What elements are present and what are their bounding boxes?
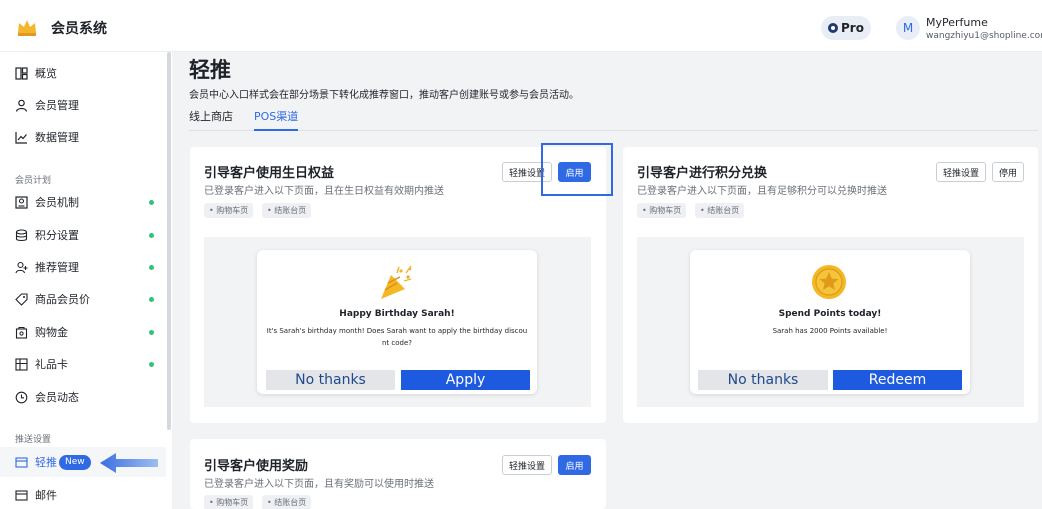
sidebar-item-store-credit[interactable]: 购物金 [0,317,166,347]
points-popup-preview: Spend Points today! Sarah has 2000 Point… [690,250,970,394]
card-description: 已登录客户进入以下页面，且有足够积分可以兑换时推送 [637,186,887,197]
clock-icon [15,391,28,403]
no-thanks-button[interactable]: No thanks [698,370,828,390]
app-title: 会员系统 [51,21,107,37]
database-icon [15,228,28,241]
enable-button[interactable]: 启用 [558,455,591,475]
popup-text: Sarah has 2000 Points available! [772,327,888,335]
page-tag: • 购物车页 [637,203,687,218]
user-add-icon [15,261,28,273]
status-dot [149,264,154,270]
user-icon [15,99,28,112]
price-tag-icon [15,292,28,306]
sidebar-item-label: 会员管理 [35,99,79,112]
nudge-settings-button[interactable]: 轻推设置 [936,162,986,182]
gift-card-icon [15,357,28,371]
redeem-button[interactable]: Redeem [833,370,962,390]
star-coin-icon [812,265,846,299]
page-tag: • 结账台页 [262,203,312,218]
sidebar-item-member-price[interactable]: 商品会员价 [0,284,166,314]
wallet-icon [15,326,28,339]
status-dot [149,329,154,335]
mail-icon [15,489,28,501]
nudge-card-points: 引导客户进行积分兑换 已登录客户进入以下页面，且有足够积分可以兑换时推送 • 购… [623,147,1038,423]
apply-button[interactable]: Apply [401,370,530,390]
tab-pos-channel[interactable]: POS渠道 [254,108,299,131]
sidebar-item-label: 积分设置 [35,229,79,242]
status-dot [149,232,154,238]
sidebar-item-label: 数据管理 [35,131,79,144]
new-badge: New [59,454,91,470]
sidebar-item-gift-card[interactable]: 礼品卡 [0,349,166,379]
disable-button[interactable]: 停用 [992,162,1024,182]
section-label-push: 推送设置 [15,435,52,445]
page-title: 轻推 [189,58,231,82]
preview-area: Spend Points today! Sarah has 2000 Point… [637,237,1024,407]
sidebar-item-referral[interactable]: 推荐管理 [0,252,166,282]
popup-text: It's Sarah's birthday month! Does Sarah … [266,327,528,347]
user-name[interactable]: MyPerfume [926,16,988,29]
dashboard-icon [15,66,28,80]
page-tag: • 购物车页 [204,203,254,218]
status-dot [149,361,154,367]
tab-bar: 线上商店 POS渠道 [189,106,1038,131]
page-description: 会员中心入口样式会在部分场景下转化成推荐窗口，推动客户创建账号或参与会员活动。 [189,90,579,101]
popup-title: Spend Points today! [778,309,882,319]
preview-area: Happy Birthday Sarah! It's Sarah's birth… [204,237,591,407]
sidebar-item-membership[interactable]: 会员机制 [0,187,166,217]
card-title: 引导客户使用生日权益 [204,166,335,181]
sidebar-item-overview[interactable]: 概览 [0,58,166,88]
sidebar-item-label: 概览 [35,67,57,80]
popup-title: Happy Birthday Sarah! [339,309,455,319]
status-dot [149,296,154,302]
card-description: 已登录客户进入以下页面，且在生日权益有效期内推送 [204,186,444,197]
card-title: 引导客户进行积分兑换 [637,166,768,181]
birthday-popup-preview: Happy Birthday Sarah! It's Sarah's birth… [257,250,537,394]
sidebar-item-mail[interactable]: 邮件 [0,480,166,509]
sidebar-item-label: 商品会员价 [35,293,90,306]
sidebar-item-members[interactable]: 会员管理 [0,90,166,120]
status-dot [149,199,154,205]
tab-online-store[interactable]: 线上商店 [189,108,233,131]
sidebar-item-label: 轻推 [35,456,57,469]
sidebar: 概览 会员管理 数据管理 会员计划 会员机制 积分设置 推荐管理 商品会员价 购… [0,52,172,509]
sidebar-item-label: 会员机制 [35,196,79,209]
page-tag: • 结账台页 [262,495,312,509]
highlight-frame [541,143,613,196]
sidebar-item-label: 邮件 [35,489,57,502]
chart-icon [15,131,27,144]
nudge-settings-button[interactable]: 轻推设置 [502,455,552,475]
user-email: wangzhiyu1@shopline.com [926,31,1042,41]
sidebar-item-points[interactable]: 积分设置 [0,220,166,250]
pro-plan-badge[interactable]: Pro [821,16,871,40]
top-bar: 会员系统 Pro M MyPerfume wangzhiyu1@shopline… [0,0,1042,52]
no-thanks-button[interactable]: No thanks [266,370,395,390]
membership-icon [15,195,28,209]
pro-label: Pro [841,21,864,35]
sidebar-scrollbar[interactable] [167,52,171,430]
card-description: 已登录客户进入以下页面，且有奖励可以使用时推送 [204,479,434,490]
page-tag: • 购物车页 [204,495,254,509]
sidebar-item-label: 会员动态 [35,391,79,404]
avatar[interactable]: M [896,16,920,40]
window-icon [15,456,28,468]
arrow-pointer-icon [100,453,158,473]
page-tag: • 结账台页 [695,203,745,218]
crown-logo-icon [18,20,36,36]
sidebar-item-activity[interactable]: 会员动态 [0,382,166,412]
section-label-member-plan: 会员计划 [15,176,52,186]
party-popper-icon [381,265,412,299]
card-title: 引导客户使用奖励 [204,459,309,474]
sidebar-item-label: 推荐管理 [35,261,79,274]
nudge-card-rewards: 引导客户使用奖励 已登录客户进入以下页面，且有奖励可以使用时推送 • 购物车页 … [190,439,606,509]
pro-icon [828,23,839,33]
sidebar-item-data[interactable]: 数据管理 [0,122,166,152]
sidebar-item-label: 礼品卡 [35,358,68,371]
sidebar-item-label: 购物金 [35,326,68,339]
